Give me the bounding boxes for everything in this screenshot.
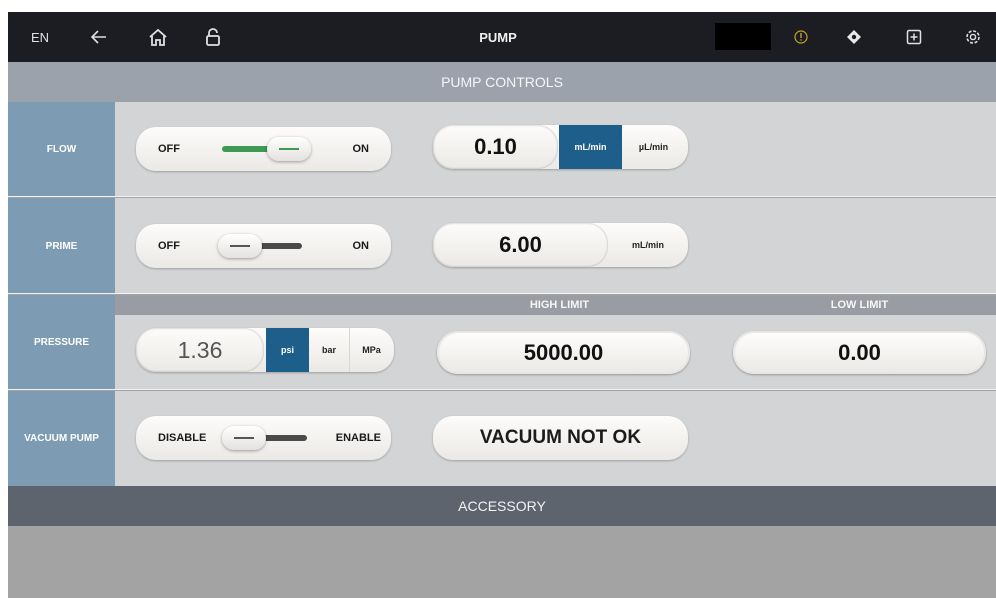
prime-unit: mL/min [631, 240, 664, 250]
limit-header-strip: HIGH LIMIT LOW LIMIT [115, 295, 996, 315]
gear-icon[interactable] [960, 12, 986, 62]
language-button[interactable]: EN [22, 12, 58, 62]
row-divider [8, 389, 996, 390]
flow-label: FLOW [8, 102, 115, 197]
home-icon[interactable] [144, 12, 172, 62]
prime-toggle-knob[interactable] [218, 234, 262, 258]
pressure-value-group: 1.36 psi bar MPa [136, 328, 394, 372]
vacuum-toggle-knob[interactable] [222, 426, 266, 450]
droplet-icon[interactable] [842, 12, 866, 62]
flow-value-group: 0.10 mL/min µL/min [433, 125, 688, 169]
high-limit-label: HIGH LIMIT [529, 299, 590, 311]
vacuum-toggle-enable-label: ENABLE [335, 432, 381, 444]
low-limit-field[interactable]: 0.00 [733, 331, 986, 374]
pressure-unit-mpa[interactable]: MPa [349, 328, 393, 372]
pump-controls-header: PUMP CONTROLS [8, 62, 996, 102]
vacuum-pump-toggle[interactable]: DISABLE ENABLE [136, 416, 391, 460]
prime-label: PRIME [8, 198, 115, 294]
pump-screen: EN PUMP PUMP CONTROLS FLOW OFF ON 0.10 m… [8, 12, 996, 598]
pressure-unit-psi[interactable]: psi [266, 328, 309, 372]
prime-toggle-on-label: ON [352, 240, 370, 252]
flow-value-field[interactable]: 0.10 [433, 125, 558, 169]
redacted-block [715, 23, 771, 50]
back-arrow-icon[interactable] [86, 12, 112, 62]
pressure-value-field: 1.36 [136, 328, 264, 372]
accessory-header[interactable]: ACCESSORY [8, 486, 996, 526]
row-divider [8, 293, 996, 294]
prime-value-field[interactable]: 6.00 [433, 223, 608, 267]
flow-unit-ul-min[interactable]: µL/min [622, 125, 685, 169]
pressure-unit-bar[interactable]: bar [309, 328, 349, 372]
plus-box-icon[interactable] [902, 12, 926, 62]
page-title: PUMP [479, 29, 517, 45]
warning-icon[interactable] [790, 12, 812, 62]
prime-toggle-off-label: OFF [158, 240, 180, 252]
flow-toggle[interactable]: OFF ON [136, 127, 391, 171]
vacuum-toggle-disable-label: DISABLE [158, 432, 207, 444]
vacuum-pump-label: VACUUM PUMP [8, 391, 115, 486]
top-bar: EN PUMP [8, 12, 996, 62]
vacuum-pump-row: VACUUM PUMP DISABLE ENABLE VACUUM NOT OK [8, 391, 996, 486]
flow-toggle-off-label: OFF [158, 143, 180, 155]
flow-toggle-knob[interactable] [267, 137, 311, 161]
lock-icon[interactable] [201, 12, 225, 62]
prime-row: PRIME OFF ON 6.00 mL/min [8, 198, 996, 294]
flow-row: FLOW OFF ON 0.10 mL/min µL/min [8, 102, 996, 197]
low-limit-label: LOW LIMIT [830, 299, 889, 311]
prime-toggle[interactable]: OFF ON [136, 224, 391, 268]
row-divider [8, 196, 996, 197]
flow-unit-ml-min[interactable]: mL/min [559, 125, 622, 169]
pressure-label: PRESSURE [8, 295, 115, 390]
flow-toggle-on-label: ON [352, 143, 370, 155]
prime-value-group: 6.00 mL/min [433, 223, 688, 267]
vacuum-status-field: VACUUM NOT OK [433, 416, 688, 460]
high-limit-field[interactable]: 5000.00 [437, 331, 690, 374]
pressure-row: PRESSURE HIGH LIMIT LOW LIMIT 1.36 psi b… [8, 295, 996, 390]
